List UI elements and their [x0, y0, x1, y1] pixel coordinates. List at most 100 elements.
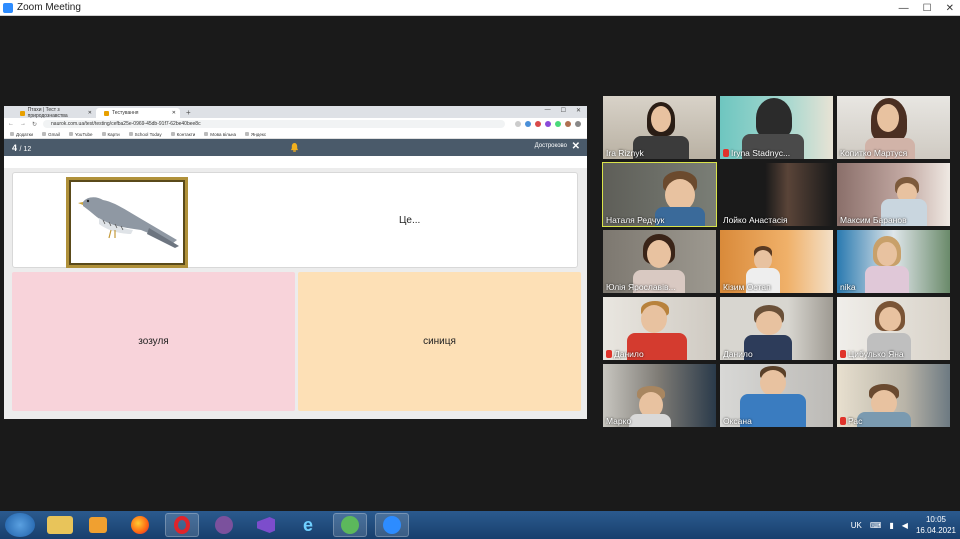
star-icon[interactable] [515, 121, 521, 127]
window-title: Zoom Meeting [17, 2, 81, 13]
tab-close-icon[interactable]: ✕ [172, 110, 176, 116]
browser-toolbar: ← → ↻ naurok.com.ua/test/testing/cefba25… [4, 118, 587, 130]
answer-option-2[interactable]: синиця [298, 272, 581, 411]
counter-total: / 12 [19, 145, 32, 153]
bookmark-item[interactable]: Карти [102, 132, 120, 137]
opera-icon[interactable] [165, 513, 199, 537]
utorrent-icon[interactable] [333, 513, 367, 537]
finish-early-button[interactable]: Достроково [535, 143, 567, 149]
bookmark-item[interactable]: Додатки [10, 132, 33, 137]
tab-label: Птахи | Тест з природознавства [27, 107, 68, 119]
menu-icon[interactable] [575, 121, 581, 127]
participant-tile[interactable]: Юлія Ярославів... [603, 230, 716, 293]
language-indicator[interactable]: UK [851, 521, 862, 530]
participant-name: Лойко Анастасія [723, 215, 788, 225]
system-tray: UK ⌨ ▮ ◀ 10:05 16.04.2021 [851, 511, 956, 539]
cuckoo-picture [66, 177, 188, 268]
close-icon[interactable]: ✕ [946, 3, 954, 14]
participant-tile[interactable]: Оксана [720, 364, 833, 427]
participant-tile[interactable]: Данило [720, 297, 833, 360]
question-card: Це... [12, 172, 578, 268]
bookmark-item[interactable]: YouTube [69, 132, 93, 137]
participant-tile[interactable]: Копитко Мартуся [837, 96, 950, 159]
extension-icon[interactable] [545, 121, 551, 127]
participant-name: Копитко Мартуся [840, 148, 908, 158]
browser-maximize-icon[interactable]: ☐ [561, 107, 566, 114]
answer-option-1[interactable]: зозуля [12, 272, 295, 411]
media-player-icon[interactable] [81, 513, 115, 537]
tab-close-icon[interactable]: ✕ [88, 110, 92, 116]
participant-tile[interactable]: Цибулько Яна [837, 297, 950, 360]
maximize-icon[interactable]: ☐ [923, 3, 932, 14]
bookmark-item[interactable]: Мова вільна [204, 132, 236, 137]
windows-taskbar: e UK ⌨ ▮ ◀ 10:05 16.04.2021 [0, 511, 960, 539]
participant-tile-active-speaker[interactable]: Наталя Редчук [602, 162, 717, 227]
browser-tab-strip: Птахи | Тест з природознавства ✕ Тестува… [4, 106, 587, 119]
tab-favicon-icon [104, 110, 109, 116]
tab-favicon-icon [20, 110, 25, 116]
explorer-icon[interactable] [47, 516, 73, 534]
participant-tile[interactable]: Рас [837, 364, 950, 427]
clock[interactable]: 10:05 16.04.2021 [916, 514, 956, 536]
bookmark-item[interactable]: Яндекс [245, 132, 266, 137]
tab-label: Тестування [112, 110, 139, 116]
answer-label: зозуля [138, 336, 169, 347]
firefox-icon[interactable] [123, 513, 157, 537]
volume-icon[interactable]: ◀ [902, 521, 908, 530]
participant-tile[interactable]: Данило [603, 297, 716, 360]
visual-studio-icon[interactable] [249, 513, 283, 537]
participant-name: Данило [723, 349, 753, 359]
back-icon[interactable]: ← [8, 121, 14, 127]
participant-name: Максим Баранов [840, 215, 907, 225]
participant-tile[interactable]: Кізим Остап [720, 230, 833, 293]
network-icon[interactable]: ▮ [889, 521, 893, 530]
forward-icon[interactable]: → [20, 121, 26, 127]
participant-name: Ira Riznyk [606, 148, 644, 158]
zoom-icon[interactable] [375, 513, 409, 537]
participant-name: Iryna Stadnyc... [723, 148, 790, 158]
participant-tile[interactable]: Марко [603, 364, 716, 427]
clock-time: 10:05 [925, 515, 946, 524]
answer-label: синиця [423, 336, 456, 347]
browser-close-icon[interactable]: ✕ [576, 107, 581, 114]
participant-name: Оксана [723, 416, 752, 426]
reload-icon[interactable]: ↻ [32, 121, 37, 128]
muted-icon [723, 149, 729, 157]
participant-tile[interactable]: Максим Баранов [837, 163, 950, 226]
browser-tab-2[interactable]: Тестування ✕ [96, 108, 180, 118]
url-text: naurok.com.ua/test/testing/cefba25e-0969… [51, 121, 201, 127]
quiz-body: Це... зозуля синиця [4, 168, 587, 419]
bookmarks-bar: Додатки Gmail YouTube Карти School Today… [4, 130, 587, 139]
participant-tile[interactable]: Iryna Stadnyc... [720, 96, 833, 159]
keyboard-icon[interactable]: ⌨ [870, 521, 882, 530]
ie-icon[interactable]: e [291, 513, 325, 537]
bell-icon [290, 142, 299, 152]
start-button[interactable] [5, 513, 35, 537]
participant-tile[interactable]: nika [837, 230, 950, 293]
quiz-header: 4 / 12 Достроково ✕ [4, 139, 587, 156]
zoom-title-bar: Zoom Meeting — ☐ ✕ [0, 0, 960, 16]
browser-minimize-icon[interactable]: — [545, 107, 551, 114]
question-counter: 4 / 12 [12, 143, 31, 153]
bookmark-item[interactable]: School Today [129, 132, 162, 137]
participant-gallery: Ira Riznyk Iryna Stadnyc... Копитко Март… [602, 96, 951, 430]
participant-tile[interactable]: Лойко Анастасія [720, 163, 833, 226]
participant-name: nika [840, 282, 856, 292]
quiz-close-icon[interactable]: ✕ [572, 141, 580, 152]
extension-icon[interactable] [555, 121, 561, 127]
extension-icon[interactable] [525, 121, 531, 127]
participant-name: Рас [840, 416, 862, 426]
bird-illustration [78, 197, 179, 248]
address-bar[interactable]: naurok.com.ua/test/testing/cefba25e-0969… [43, 120, 505, 128]
counter-current: 4 [12, 142, 18, 153]
new-tab-icon[interactable]: + [186, 108, 191, 118]
bookmark-item[interactable]: Контакти [171, 132, 196, 137]
extension-icon[interactable] [535, 121, 541, 127]
participant-tile[interactable]: Ira Riznyk [603, 96, 716, 159]
viber-icon[interactable] [207, 513, 241, 537]
avatar[interactable] [565, 121, 571, 127]
bookmark-item[interactable]: Gmail [42, 132, 60, 137]
minimize-icon[interactable]: — [899, 3, 909, 14]
participant-name: Цибулько Яна [840, 349, 904, 359]
browser-tab-1[interactable]: Птахи | Тест з природознавства ✕ [12, 107, 96, 119]
